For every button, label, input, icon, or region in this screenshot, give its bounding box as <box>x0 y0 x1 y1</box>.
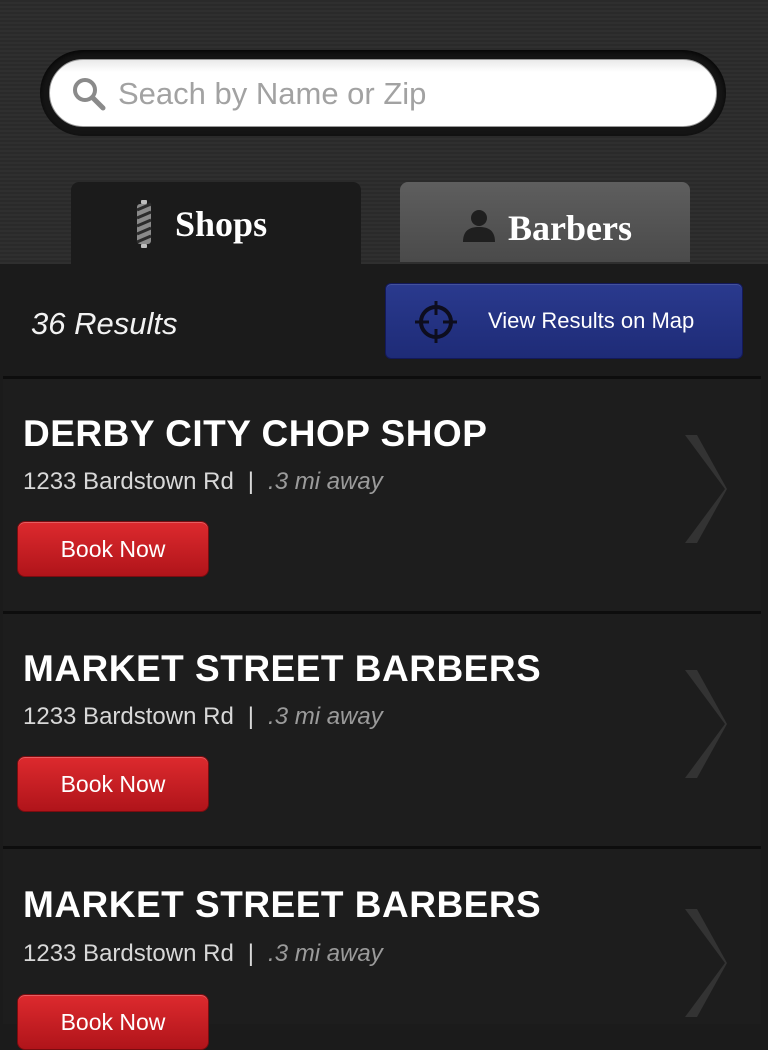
tab-shops-label: Shops <box>175 204 268 244</box>
chevron-right-icon[interactable] <box>683 668 727 780</box>
search-input[interactable] <box>118 69 698 119</box>
shop-list-item[interactable]: MARKET STREET BARBERS 1233 Bardstown Rd |… <box>3 614 761 846</box>
book-now-button[interactable]: Book Now <box>17 756 209 812</box>
shop-name: MARKET STREET BARBERS <box>23 648 542 689</box>
chevron-right-icon[interactable] <box>683 433 727 545</box>
shop-list-item[interactable]: MARKET STREET BARBERS 1233 Bardstown Rd |… <box>3 849 761 1050</box>
view-map-label: View Results on Map <box>488 308 695 333</box>
shop-address-line: 1233 Bardstown Rd | .3 mi away <box>23 940 383 968</box>
results-count: 36 Results <box>31 306 178 341</box>
shop-address: 1233 Bardstown Rd <box>23 940 234 967</box>
shop-name: DERBY CITY CHOP SHOP <box>23 413 488 454</box>
barber-pole-icon <box>136 200 152 248</box>
separator: | <box>247 468 255 495</box>
shop-address: 1233 Bardstown Rd <box>23 468 234 495</box>
tab-shops[interactable]: Shops <box>71 182 361 264</box>
shop-distance: .3 mi away <box>268 703 383 730</box>
separator: | <box>247 703 255 730</box>
tab-barbers-label: Barbers <box>508 208 632 248</box>
tab-barbers[interactable]: Barbers <box>400 182 690 262</box>
separator: | <box>247 940 255 967</box>
shop-address-line: 1233 Bardstown Rd | .3 mi away <box>23 468 383 496</box>
shop-name: MARKET STREET BARBERS <box>23 884 542 925</box>
search-icon <box>73 78 106 111</box>
shop-distance: .3 mi away <box>268 940 383 967</box>
book-now-label: Book Now <box>60 536 166 562</box>
book-now-button[interactable]: Book Now <box>17 994 209 1050</box>
header: Shops Barbers <box>0 0 768 264</box>
shop-distance: .3 mi away <box>268 468 383 495</box>
book-now-button[interactable]: Book Now <box>17 521 209 577</box>
shop-address-line: 1233 Bardstown Rd | .3 mi away <box>23 703 383 731</box>
shop-address: 1233 Bardstown Rd <box>23 703 234 730</box>
search-bar <box>40 50 726 136</box>
book-now-label: Book Now <box>60 1009 166 1035</box>
crosshair-icon <box>415 301 457 343</box>
view-map-button[interactable]: View Results on Map <box>385 283 743 359</box>
shop-list-item[interactable]: DERBY CITY CHOP SHOP 1233 Bardstown Rd |.… <box>3 379 761 611</box>
search-field[interactable] <box>49 59 717 127</box>
person-icon <box>463 210 495 242</box>
book-now-label: Book Now <box>60 771 166 797</box>
chevron-right-icon[interactable] <box>683 907 727 1019</box>
